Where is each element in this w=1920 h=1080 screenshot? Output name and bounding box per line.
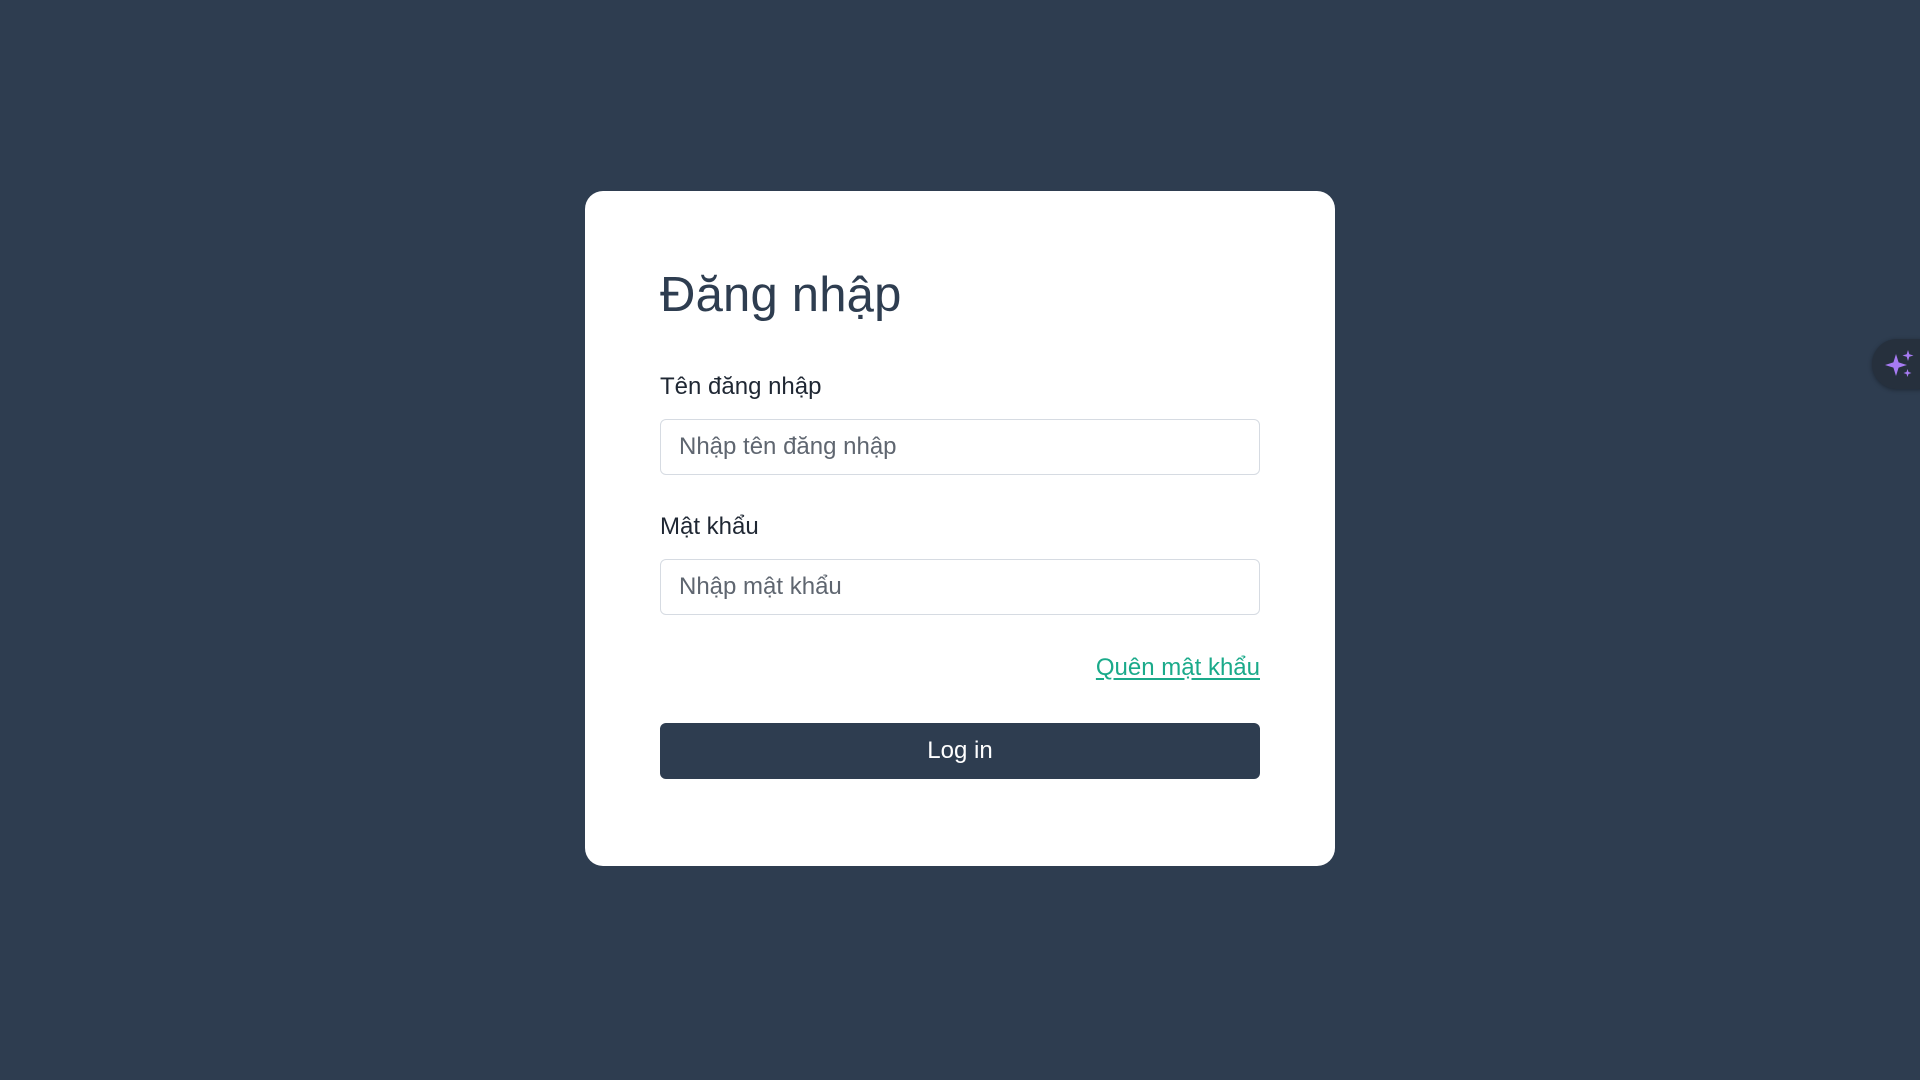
password-input[interactable] [660,559,1260,615]
ai-assistant-button[interactable] [1872,339,1920,389]
login-button[interactable]: Log in [660,723,1260,779]
sparkles-icon [1885,350,1914,377]
username-input[interactable] [660,419,1260,475]
password-label: Mật khẩu [660,513,759,540]
page-title: Đăng nhập [660,268,902,322]
login-page: { "login": { "title": "Đăng nhập", "user… [0,0,1920,1080]
forgot-password-link[interactable]: Quên mật khẩu [1096,654,1260,682]
username-label: Tên đăng nhập [660,373,822,400]
login-card: Đăng nhập Tên đăng nhập Mật khẩu Quên mậ… [585,191,1335,866]
